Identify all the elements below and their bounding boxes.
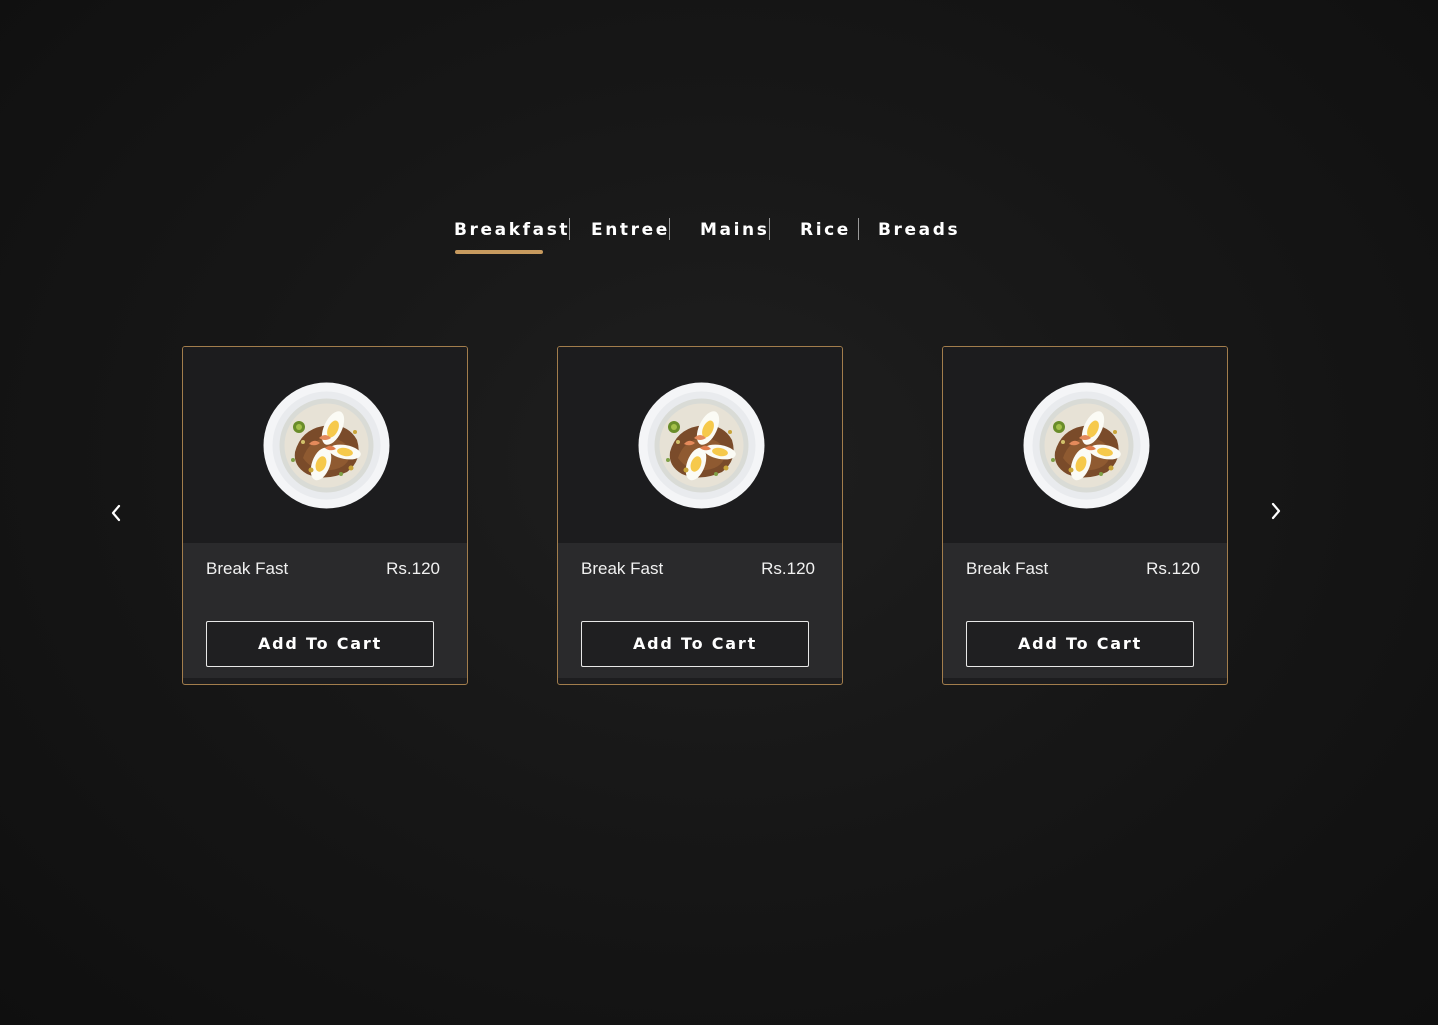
chevron-left-icon [111,504,121,522]
tab-mains[interactable]: Mains [700,213,767,247]
carousel-next-button[interactable] [1261,496,1291,526]
tab-divider [769,218,770,240]
tab-label: Breads [878,220,961,240]
menu-page: Breakfast Entree Mains Rice Breads Break… [0,0,1438,1025]
chevron-right-icon [1271,502,1281,520]
product-card: Break Fast Rs.120 Add To Cart [557,346,843,685]
product-card: Break Fast Rs.120 Add To Cart [942,346,1228,685]
carousel-prev-button[interactable] [101,498,131,528]
product-name: Break Fast [206,559,289,578]
category-tabs: Breakfast Entree Mains Rice Breads [0,213,1438,263]
add-to-cart-button[interactable]: Add To Cart [206,621,434,667]
tab-breads[interactable]: Breads [878,213,958,247]
add-to-cart-button[interactable]: Add To Cart [966,621,1194,667]
tab-breakfast[interactable]: Breakfast [454,213,568,254]
active-tab-underline [455,250,543,254]
product-image-area [943,347,1227,543]
tab-divider [569,218,570,240]
product-price: Rs.120 [761,559,815,578]
product-image-area [183,347,467,543]
tab-divider [669,218,670,240]
tab-rice[interactable]: Rice [800,213,848,247]
product-price: Rs.120 [386,559,440,578]
tab-label: Entree [591,220,670,240]
tab-label: Mains [700,220,770,240]
food-plate-icon [638,382,765,509]
add-to-cart-button[interactable]: Add To Cart [581,621,809,667]
tab-label: Breakfast [454,220,571,240]
tab-divider [858,218,859,240]
product-image-area [558,347,842,543]
tab-entree[interactable]: Entree [591,213,667,247]
food-plate-icon [1023,382,1150,509]
product-name: Break Fast [581,559,664,578]
product-card: Break Fast Rs.120 Add To Cart [182,346,468,685]
food-plate-icon [263,382,390,509]
tab-label: Rice [800,220,851,240]
product-price: Rs.120 [1146,559,1200,578]
product-name: Break Fast [966,559,1049,578]
